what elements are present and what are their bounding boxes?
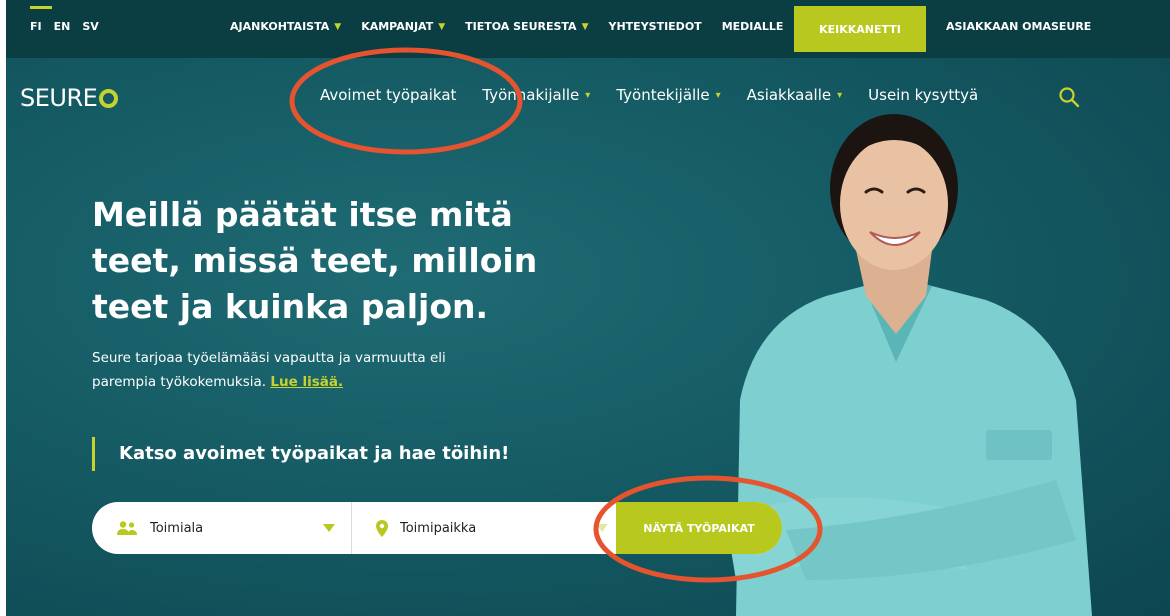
seure-logo[interactable]: SEURE	[20, 84, 119, 112]
location-select[interactable]: Toimipaikka	[352, 502, 614, 554]
people-icon	[117, 521, 137, 535]
logo-circle-icon	[99, 89, 119, 108]
chevron-down-icon: ▼	[334, 21, 342, 32]
asiakkaan-omaseure-link[interactable]: ASIAKKAAN OMASEURE	[946, 20, 1091, 33]
chevron-down-icon: ▾	[585, 89, 591, 101]
language-fi[interactable]: FI	[30, 20, 42, 33]
chevron-down-icon: ▾	[837, 89, 843, 101]
top-nav: AJANKOHTAISTA ▼ KAMPANJAT ▼ TIETOA SEUREST…	[230, 20, 803, 33]
hero-title-line-2: teet, missä teet, milloin	[92, 241, 538, 280]
job-search-heading: Katso avoimet työpaikat ja hae töihin!	[92, 437, 509, 471]
chevron-down-icon: ▼	[438, 21, 446, 32]
hero-title-line-1: Meillä päätät itse mitä	[92, 195, 513, 234]
top-nav-yhteystiedot[interactable]: YHTEYSTIEDOT	[609, 20, 702, 33]
main-nav-tyonhakijalle[interactable]: Työnhakijalle ▾	[482, 86, 590, 104]
show-jobs-button[interactable]: NÄYTÄ TYÖPAIKAT	[616, 502, 782, 554]
location-select-label: Toimipaikka	[400, 520, 477, 536]
top-nav-ajankohtaista[interactable]: AJANKOHTAISTA ▼	[230, 20, 341, 33]
active-language-indicator	[30, 6, 52, 9]
hero-description: Seure tarjoaa työelämääsi vapautta ja va…	[92, 346, 542, 394]
main-nav-avoimet-tyopaikat[interactable]: Avoimet työpaikat	[320, 86, 456, 104]
language-switcher: FI EN SV	[30, 20, 99, 33]
industry-select[interactable]: Toimiala	[92, 502, 352, 554]
page-frame: FI EN SV AJANKOHTAISTA ▼ KAMPANJAT ▼ TIETO…	[6, 0, 1170, 616]
top-nav-tietoa-seuresta[interactable]: TIETOA SEURESTA ▼	[465, 20, 588, 33]
hero-title-line-3: teet ja kuinka paljon.	[92, 287, 489, 326]
language-en[interactable]: EN	[54, 20, 71, 33]
chevron-down-icon: ▼	[581, 21, 589, 32]
top-nav-medialle[interactable]: MEDIALLE	[722, 20, 784, 33]
hero-text-line-2: parempia työkokemuksia. Lue lisää.	[92, 374, 344, 390]
location-pin-icon	[376, 519, 388, 537]
hero-text-line-1: Seure tarjoaa työelämääsi vapautta ja va…	[92, 350, 446, 366]
keikkanetti-button[interactable]: KEIKKANETTI	[794, 6, 926, 52]
dropdown-arrow-icon	[596, 524, 608, 532]
language-sv[interactable]: SV	[82, 20, 98, 33]
chevron-down-icon: ▾	[715, 89, 721, 101]
job-search-form: Toimiala Toimipaikka NÄYTÄ TYÖPAIKAT	[92, 502, 782, 554]
hero-title: Meillä päätät itse mitä teet, missä teet…	[92, 192, 552, 330]
industry-select-label: Toimiala	[150, 520, 204, 536]
dropdown-arrow-icon	[323, 524, 335, 532]
top-nav-kampanjat[interactable]: KAMPANJAT ▼	[361, 20, 445, 33]
top-utility-bar: FI EN SV AJANKOHTAISTA ▼ KAMPANJAT ▼ TIETO…	[6, 0, 1170, 58]
logo-text: SEURE	[20, 84, 98, 112]
read-more-link[interactable]: Lue lisää.	[270, 374, 343, 390]
